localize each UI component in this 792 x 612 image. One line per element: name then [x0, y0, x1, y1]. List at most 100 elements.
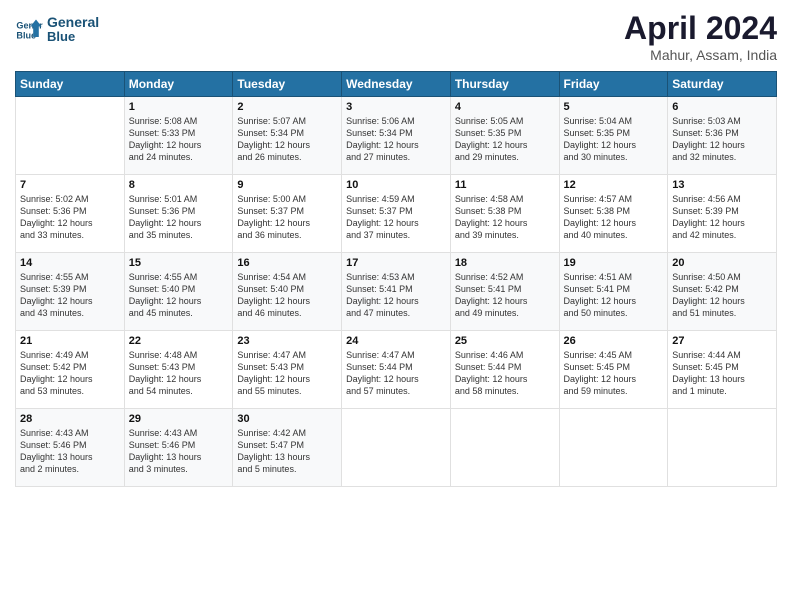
- day-number: 21: [20, 335, 120, 347]
- cell-content: Sunrise: 4:43 AM Sunset: 5:46 PM Dayligh…: [129, 427, 229, 476]
- calendar-cell: 12 Sunrise: 4:57 AM Sunset: 5:38 PM Dayli…: [559, 175, 668, 253]
- day-number: 24: [346, 335, 446, 347]
- cell-content: Sunrise: 4:50 AM Sunset: 5:42 PM Dayligh…: [672, 271, 772, 320]
- day-number: 26: [564, 335, 664, 347]
- cell-content: Sunrise: 4:58 AM Sunset: 5:38 PM Dayligh…: [455, 193, 555, 242]
- calendar-cell: 23Sunrise: 4:47 AM Sunset: 5:43 PM Dayli…: [233, 331, 342, 409]
- logo-line2: Blue: [47, 30, 99, 44]
- day-number: 11: [455, 179, 555, 191]
- day-number: 30: [237, 413, 337, 425]
- day-number: 17: [346, 257, 446, 269]
- day-number: 22: [129, 335, 229, 347]
- cell-content: Sunrise: 4:42 AM Sunset: 5:47 PM Dayligh…: [237, 427, 337, 476]
- calendar-cell: 8Sunrise: 5:01 AM Sunset: 5:36 PM Daylig…: [124, 175, 233, 253]
- calendar-cell: 27Sunrise: 4:44 AM Sunset: 5:45 PM Dayli…: [668, 331, 777, 409]
- calendar-cell: 4 Sunrise: 5:05 AM Sunset: 5:35 PM Daylig…: [450, 97, 559, 175]
- cell-content: Sunrise: 4:57 AM Sunset: 5:38 PM Dayligh…: [564, 193, 664, 242]
- calendar-table: SundayMondayTuesdayWednesdayThursdayFrid…: [15, 71, 777, 487]
- location-subtitle: Mahur, Assam, India: [624, 47, 777, 63]
- logo-icon: General Blue: [15, 16, 43, 44]
- day-number: 4: [455, 101, 555, 113]
- day-number: 9: [237, 179, 337, 191]
- cell-content: Sunrise: 5:06 AM Sunset: 5:34 PM Dayligh…: [346, 115, 446, 164]
- weekday-label: Monday: [124, 72, 233, 97]
- calendar-body: 1 Sunrise: 5:08 AM Sunset: 5:33 PM Daylig…: [16, 97, 777, 487]
- month-year-title: April 2024: [624, 10, 777, 47]
- calendar-cell: 25Sunrise: 4:46 AM Sunset: 5:44 PM Dayli…: [450, 331, 559, 409]
- cell-content: Sunrise: 4:59 AM Sunset: 5:37 PM Dayligh…: [346, 193, 446, 242]
- calendar-cell: [559, 409, 668, 487]
- day-number: 28: [20, 413, 120, 425]
- calendar-week-row: 21 Sunrise: 4:49 AM Sunset: 5:42 PM Dayli…: [16, 331, 777, 409]
- cell-content: Sunrise: 5:02 AM Sunset: 5:36 PM Dayligh…: [20, 193, 120, 242]
- day-number: 14: [20, 257, 120, 269]
- weekday-label: Saturday: [668, 72, 777, 97]
- day-number: 18: [455, 257, 555, 269]
- calendar-cell: 21 Sunrise: 4:49 AM Sunset: 5:42 PM Dayli…: [16, 331, 125, 409]
- day-number: 10: [346, 179, 446, 191]
- calendar-cell: 22 Sunrise: 4:48 AM Sunset: 5:43 PM Dayli…: [124, 331, 233, 409]
- calendar-cell: [450, 409, 559, 487]
- calendar-cell: 1 Sunrise: 5:08 AM Sunset: 5:33 PM Daylig…: [124, 97, 233, 175]
- day-number: 5: [564, 101, 664, 113]
- day-number: 8: [129, 179, 229, 191]
- calendar-cell: 5Sunrise: 5:04 AM Sunset: 5:35 PM Daylig…: [559, 97, 668, 175]
- day-number: 19: [564, 257, 664, 269]
- calendar-cell: 2Sunrise: 5:07 AM Sunset: 5:34 PM Daylig…: [233, 97, 342, 175]
- calendar-cell: 17 Sunrise: 4:53 AM Sunset: 5:41 PM Dayli…: [342, 253, 451, 331]
- cell-content: Sunrise: 4:45 AM Sunset: 5:45 PM Dayligh…: [564, 349, 664, 398]
- day-number: 1: [129, 101, 229, 113]
- calendar-cell: 15 Sunrise: 4:55 AM Sunset: 5:40 PM Dayli…: [124, 253, 233, 331]
- svg-text:Blue: Blue: [16, 30, 36, 40]
- calendar-cell: 29 Sunrise: 4:43 AM Sunset: 5:46 PM Dayli…: [124, 409, 233, 487]
- day-number: 13: [672, 179, 772, 191]
- cell-content: Sunrise: 4:53 AM Sunset: 5:41 PM Dayligh…: [346, 271, 446, 320]
- cell-content: Sunrise: 5:00 AM Sunset: 5:37 PM Dayligh…: [237, 193, 337, 242]
- day-number: 20: [672, 257, 772, 269]
- cell-content: Sunrise: 4:56 AM Sunset: 5:39 PM Dayligh…: [672, 193, 772, 242]
- calendar-cell: 10 Sunrise: 4:59 AM Sunset: 5:37 PM Dayli…: [342, 175, 451, 253]
- calendar-cell: [342, 409, 451, 487]
- calendar-cell: [668, 409, 777, 487]
- day-number: 15: [129, 257, 229, 269]
- calendar-week-row: 7 Sunrise: 5:02 AM Sunset: 5:36 PM Daylig…: [16, 175, 777, 253]
- calendar-container: General Blue General Blue April 2024 Mah…: [0, 0, 792, 612]
- day-number: 16: [237, 257, 337, 269]
- logo: General Blue General Blue: [15, 15, 99, 45]
- cell-content: Sunrise: 4:52 AM Sunset: 5:41 PM Dayligh…: [455, 271, 555, 320]
- weekday-label: Tuesday: [233, 72, 342, 97]
- day-number: 7: [20, 179, 120, 191]
- calendar-cell: 9 Sunrise: 5:00 AM Sunset: 5:37 PM Daylig…: [233, 175, 342, 253]
- cell-content: Sunrise: 4:48 AM Sunset: 5:43 PM Dayligh…: [129, 349, 229, 398]
- weekday-label: Wednesday: [342, 72, 451, 97]
- calendar-cell: 24 Sunrise: 4:47 AM Sunset: 5:44 PM Dayli…: [342, 331, 451, 409]
- weekday-label: Friday: [559, 72, 668, 97]
- title-block: April 2024 Mahur, Assam, India: [624, 10, 777, 63]
- cell-content: Sunrise: 4:44 AM Sunset: 5:45 PM Dayligh…: [672, 349, 772, 398]
- cell-content: Sunrise: 5:03 AM Sunset: 5:36 PM Dayligh…: [672, 115, 772, 164]
- calendar-cell: 28Sunrise: 4:43 AM Sunset: 5:46 PM Dayli…: [16, 409, 125, 487]
- calendar-cell: 20 Sunrise: 4:50 AM Sunset: 5:42 PM Dayli…: [668, 253, 777, 331]
- calendar-cell: 3 Sunrise: 5:06 AM Sunset: 5:34 PM Daylig…: [342, 97, 451, 175]
- calendar-cell: 11 Sunrise: 4:58 AM Sunset: 5:38 PM Dayli…: [450, 175, 559, 253]
- weekday-label: Thursday: [450, 72, 559, 97]
- cell-content: Sunrise: 5:05 AM Sunset: 5:35 PM Dayligh…: [455, 115, 555, 164]
- day-number: 3: [346, 101, 446, 113]
- logo-line1: General: [47, 15, 99, 30]
- cell-content: Sunrise: 4:47 AM Sunset: 5:43 PM Dayligh…: [237, 349, 337, 398]
- weekday-header: SundayMondayTuesdayWednesdayThursdayFrid…: [16, 72, 777, 97]
- cell-content: Sunrise: 4:49 AM Sunset: 5:42 PM Dayligh…: [20, 349, 120, 398]
- weekday-label: Sunday: [16, 72, 125, 97]
- cell-content: Sunrise: 5:08 AM Sunset: 5:33 PM Dayligh…: [129, 115, 229, 164]
- calendar-cell: [16, 97, 125, 175]
- calendar-cell: 14Sunrise: 4:55 AM Sunset: 5:39 PM Dayli…: [16, 253, 125, 331]
- calendar-cell: 18 Sunrise: 4:52 AM Sunset: 5:41 PM Dayli…: [450, 253, 559, 331]
- cell-content: Sunrise: 4:55 AM Sunset: 5:40 PM Dayligh…: [129, 271, 229, 320]
- calendar-cell: 7 Sunrise: 5:02 AM Sunset: 5:36 PM Daylig…: [16, 175, 125, 253]
- calendar-week-row: 14Sunrise: 4:55 AM Sunset: 5:39 PM Dayli…: [16, 253, 777, 331]
- day-number: 29: [129, 413, 229, 425]
- calendar-header: General Blue General Blue April 2024 Mah…: [15, 10, 777, 63]
- cell-content: Sunrise: 4:47 AM Sunset: 5:44 PM Dayligh…: [346, 349, 446, 398]
- calendar-header-row: SundayMondayTuesdayWednesdayThursdayFrid…: [16, 72, 777, 97]
- day-number: 12: [564, 179, 664, 191]
